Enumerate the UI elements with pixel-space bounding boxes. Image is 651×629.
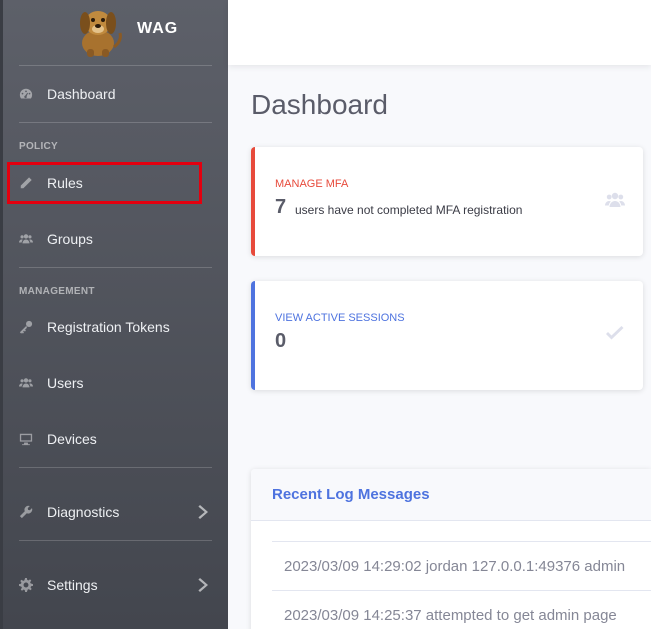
card-subtext: users have not completed MFA registratio… [295,203,523,217]
users-icon [19,376,33,390]
section-heading-management: MANAGEMENT [19,286,95,297]
recent-log-messages-card: Recent Log Messages 2023/03/09 14:29:02 … [251,469,651,629]
chevron-right-icon [197,577,209,593]
desktop-icon [19,432,33,446]
sidebar-item-label: Devices [47,431,97,447]
sidebar-divider [19,65,212,66]
gear-icon [19,578,33,592]
card-value: 7 [275,196,287,218]
key-icon [19,320,33,334]
list-item: 2023/03/09 14:25:37 attempted to get adm… [272,590,651,629]
sidebar-divider [19,122,212,123]
log-card-header: Recent Log Messages [251,469,651,521]
sidebar-item-settings[interactable]: Settings [3,570,228,600]
check-icon [605,325,625,343]
sidebar-item-label: Groups [47,231,93,247]
sidebar-item-label: Dashboard [47,86,116,102]
active-sessions-card[interactable]: VIEW ACTIVE SESSIONS 0 [251,281,643,390]
brand[interactable]: WAG [3,0,228,65]
highlight-box [7,162,202,204]
log-message: 2023/03/09 14:25:37 attempted to get adm… [284,607,617,624]
sidebar-item-dashboard[interactable]: Dashboard [3,79,228,109]
tachometer-icon [19,87,33,101]
dog-logo-icon [80,11,122,57]
sidebar-item-users[interactable]: Users [3,368,228,398]
sidebar-item-devices[interactable]: Devices [3,424,228,454]
sidebar-item-label: Users [47,375,84,391]
card-label: MANAGE MFA [275,178,349,190]
sidebar-item-groups[interactable]: Groups [3,224,228,254]
topbar [228,0,651,65]
wrench-icon [19,505,33,519]
users-icon [19,232,33,246]
card-label: VIEW ACTIVE SESSIONS [275,312,405,324]
sidebar-item-label: Settings [47,577,98,593]
manage-mfa-card[interactable]: MANAGE MFA 7 users have not completed MF… [251,147,643,256]
log-message: 2023/03/09 14:29:02 jordan 127.0.0.1:493… [284,558,626,575]
brand-name: WAG [137,20,179,37]
sidebar-item-registration-tokens[interactable]: Registration Tokens [3,312,228,342]
sidebar-item-diagnostics[interactable]: Diagnostics [3,497,228,527]
page-title: Dashboard [251,89,388,120]
log-card-title: Recent Log Messages [272,486,430,503]
sidebar-item-label: Diagnostics [47,504,120,520]
card-value: 0 [275,330,287,352]
sidebar: WAG Dashboard POLICY Rules Groups MANAGE… [0,0,228,629]
chevron-right-icon [197,504,209,520]
list-item: 2023/03/09 14:29:02 jordan 127.0.0.1:493… [272,541,651,589]
sidebar-divider [19,540,212,541]
sidebar-item-label: Registration Tokens [47,319,170,335]
sidebar-divider [19,467,212,468]
users-icon [605,191,625,209]
section-heading-policy: POLICY [19,141,59,152]
sidebar-divider [19,267,212,268]
